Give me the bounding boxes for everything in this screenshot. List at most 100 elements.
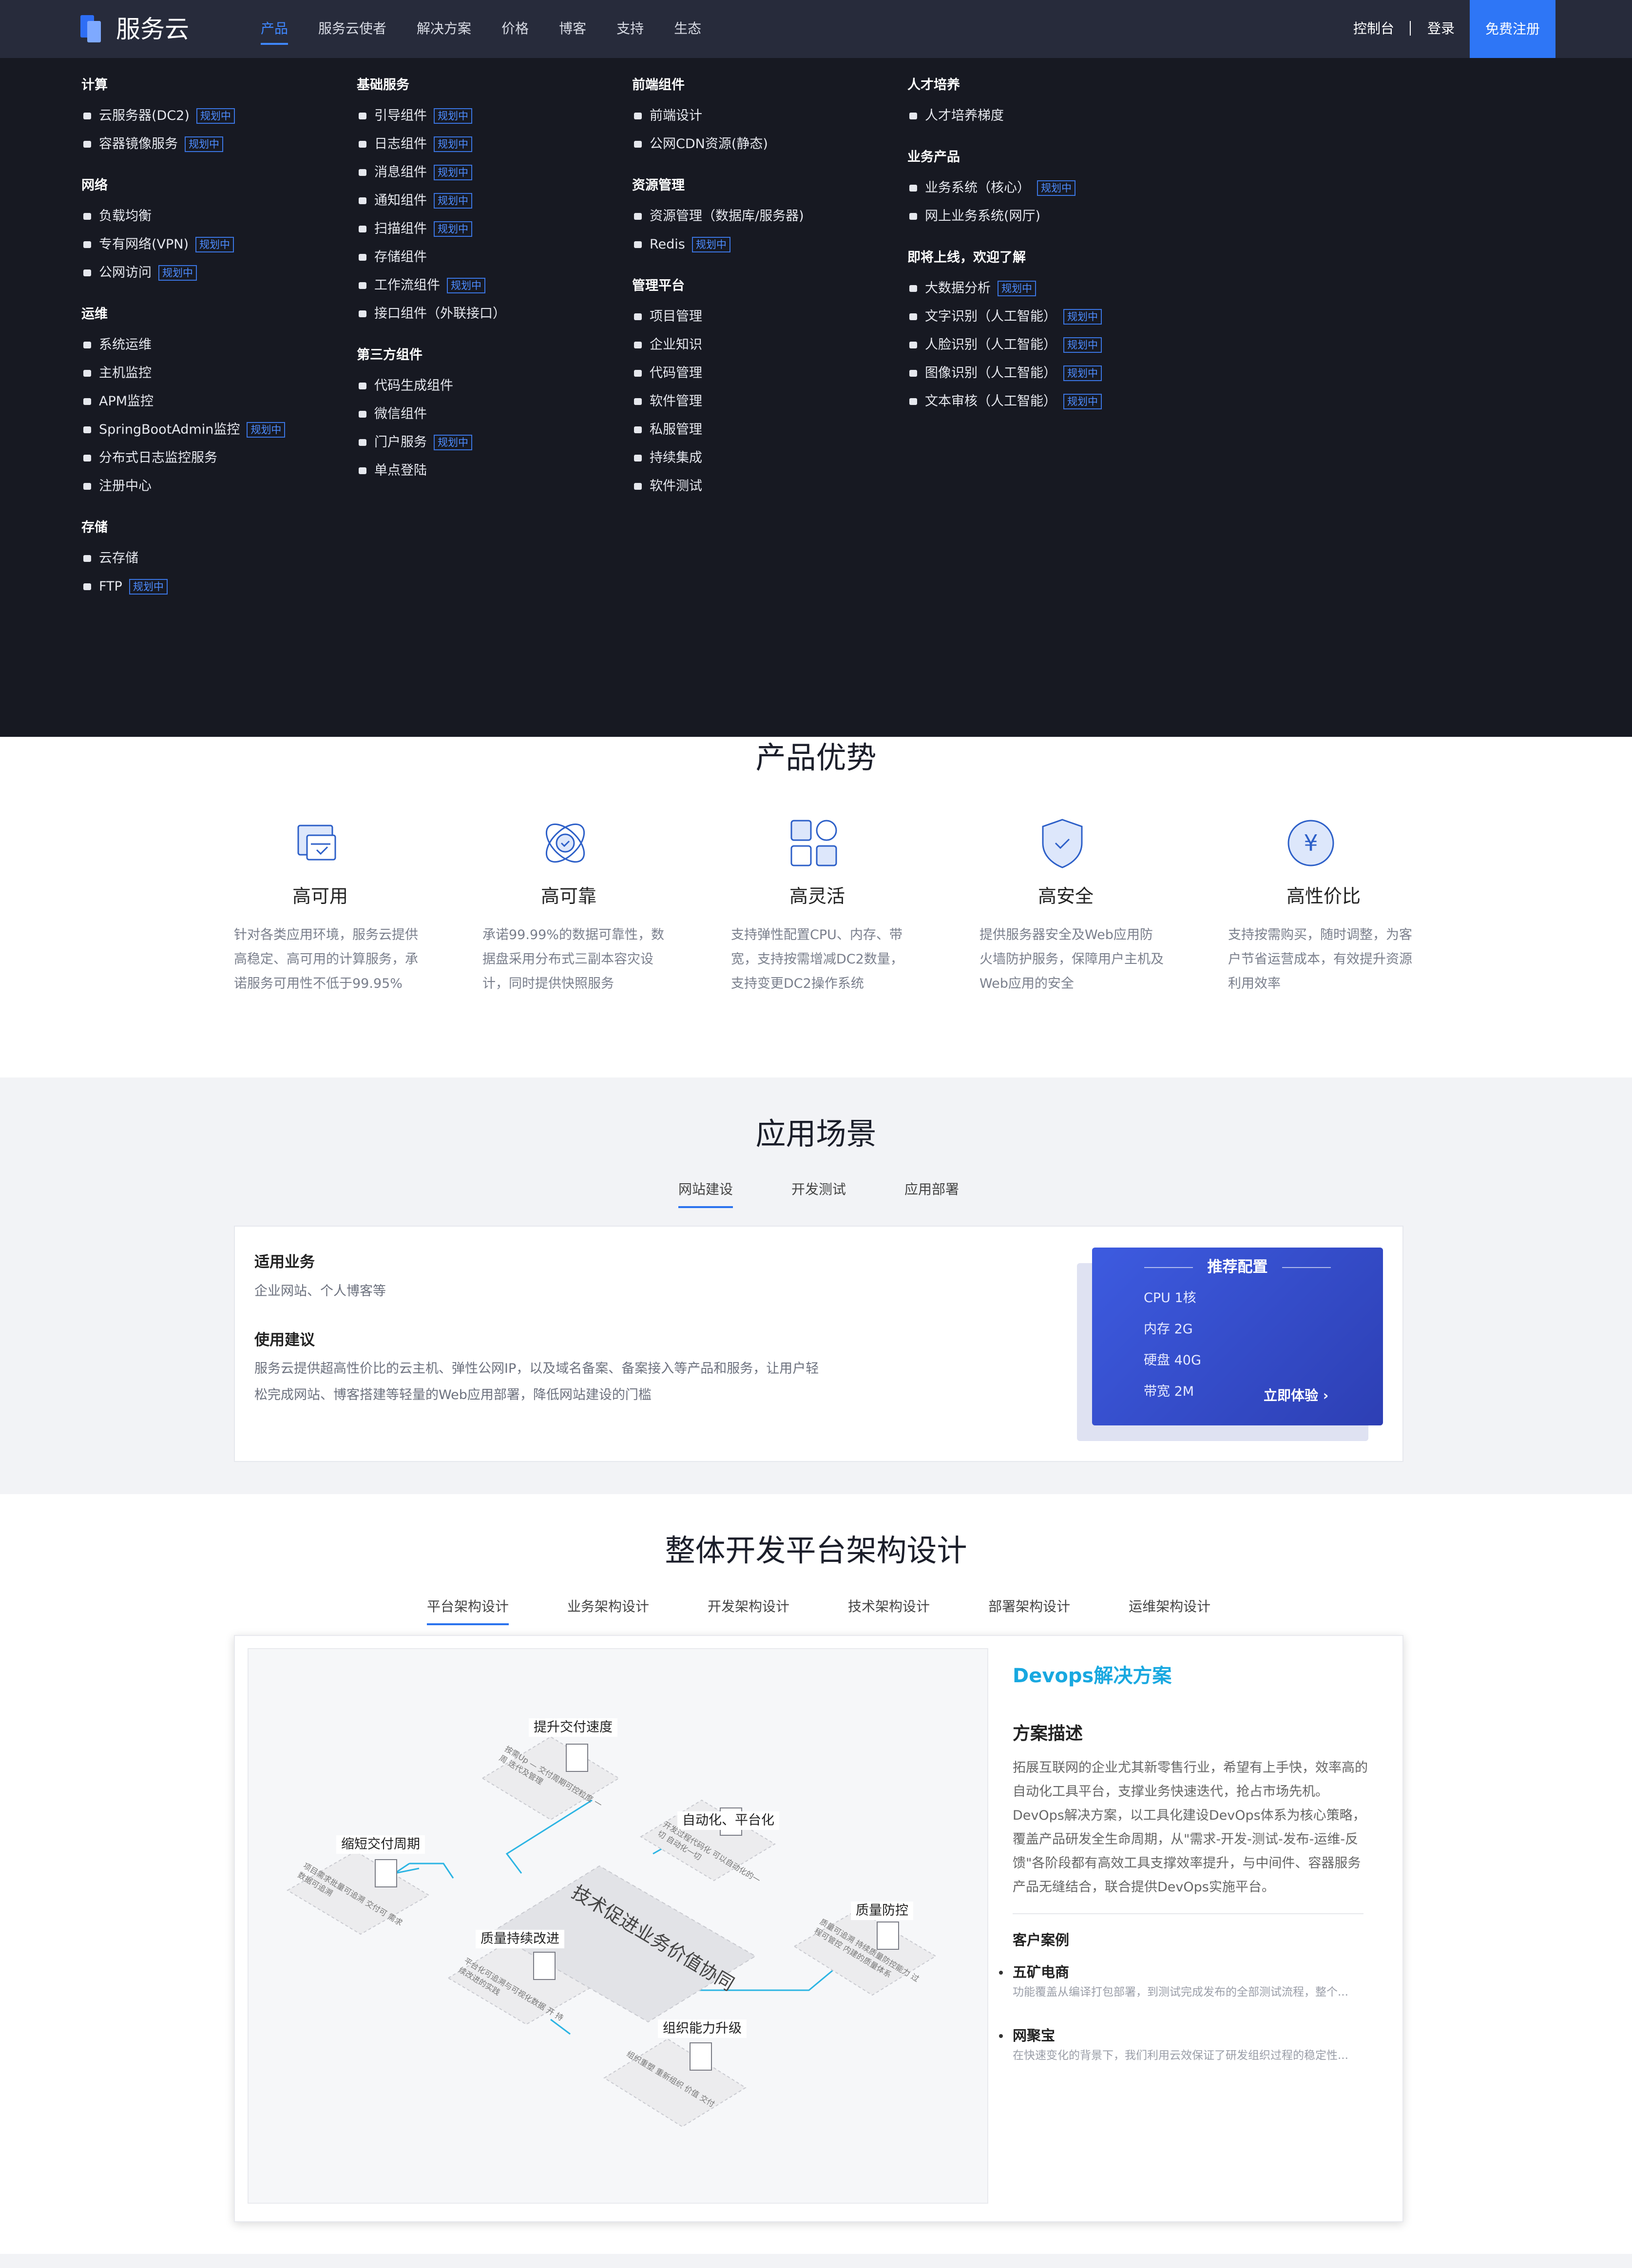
menu-item[interactable]: 公网访问 规划中 [81,259,285,287]
brand-name[interactable]: 服务云 [116,15,189,44]
menu-item[interactable]: 前端设计 [632,102,804,130]
menu-item[interactable]: FTP 规划中 [81,573,285,601]
menu-item-label: 软件管理 [650,394,702,409]
tab-website[interactable]: 网站建设 [678,1180,733,1208]
menu-item[interactable]: 业务系统（核心） 规划中 [907,174,1102,202]
menu-item-icon [357,408,368,420]
menu-item[interactable]: APM监控 [81,387,285,416]
try-now-button[interactable]: 立即体验 › [1264,1386,1328,1405]
tab-business-arch[interactable]: 业务架构设计 [567,1597,649,1616]
menu-column-1: 计算 云服务器(DC2) 规划中 容器镜像服务 规划中 网络 负载均衡 专有网络(VPN) 规划… [81,76,286,618]
bullet-icon [999,1971,1003,1975]
menu-item[interactable]: 网上业务系统(网厅) [907,202,1102,231]
planned-badge: 规划中 [185,136,223,152]
menu-item[interactable]: 人脸识别（人工智能） 规划中 [907,331,1102,359]
solution-desc: 拓展互联网的企业尤其新零售行业，希望有上手快，效率高的自动化工具平台，支撑业务快… [1013,1760,1368,1895]
menu-item[interactable]: 企业知识 [632,331,804,359]
menu-item[interactable]: 代码管理 [632,359,804,387]
menu-item-label: 私服管理 [650,422,702,437]
planned-badge: 规划中 [434,165,472,180]
menu-group: 业务产品 业务系统（核心） 规划中 网上业务系统(网厅) [907,148,1102,231]
console-link[interactable]: 控制台 [1353,19,1394,38]
menu-item[interactable]: 私服管理 [632,416,804,444]
menu-item[interactable]: SpringBootAdmin监控 规划中 [81,416,286,444]
divider [1013,1913,1363,1914]
menu-item[interactable]: 持续集成 [632,444,804,472]
menu-item[interactable]: 通知组件 规划中 [357,187,506,215]
shield-check-icon [1042,819,1083,868]
tab-dev-test[interactable]: 开发测试 [791,1180,846,1199]
menu-item[interactable]: 引导组件 规划中 [357,102,506,130]
case-name[interactable]: 网聚宝 [1013,2026,1055,2045]
menu-item-icon [632,452,644,464]
menu-item[interactable]: 文字识别（人工智能） 规划中 [907,303,1102,331]
menu-item[interactable]: 云服务器(DC2) 规划中 [81,102,285,130]
advantage-title: 高性价比 [1286,885,1361,907]
menu-item[interactable]: 微信组件 [357,400,506,428]
menu-item[interactable]: 云存储 [81,544,285,573]
scenes-title: 应用场景 [755,1116,877,1152]
menu-item[interactable]: 工作流组件 规划中 [357,271,506,300]
menu-item[interactable]: 接口组件（外联接口） [357,300,506,328]
menu-group: 运维 系统运维 主机监控 APM监控 SpringBootAdmin监控 规划中 分布式日志… [81,305,286,500]
menu-item[interactable]: 负载均衡 [81,202,285,231]
menu-item[interactable]: 存储组件 [357,243,506,271]
menu-item-label: 图像识别（人工智能） [925,365,1056,381]
menu-item-label: 微信组件 [374,406,427,422]
menu-item[interactable]: 代码生成组件 [357,372,506,400]
tab-dev-arch[interactable]: 开发架构设计 [708,1597,789,1616]
tab-deploy[interactable]: 应用部署 [904,1180,959,1199]
menu-item[interactable]: 单点登陆 [357,457,506,485]
menu-item[interactable]: 资源管理（数据库/服务器) [632,202,804,231]
menu-item-label: 通知组件 [374,193,427,208]
brand-logo-icon[interactable] [80,15,103,42]
case-name[interactable]: 五矿电商 [1013,1962,1069,1982]
menu-item-label: 公网访问 [99,265,152,280]
menu-item-label: 容器镜像服务 [99,136,178,152]
nav-item-support[interactable]: 支持 [616,19,644,38]
nav-item-ecosystem[interactable]: 生态 [674,19,701,38]
menu-item-icon [632,481,644,492]
menu-item[interactable]: 门户服务 规划中 [357,428,506,457]
login-link[interactable]: 登录 [1427,19,1455,38]
menu-item[interactable]: 主机监控 [81,359,285,387]
menu-item[interactable]: 分布式日志监控服务 [81,444,285,472]
planned-badge: 规划中 [434,108,472,124]
menu-item[interactable]: 软件测试 [632,472,804,500]
menu-item-icon [81,452,93,464]
menu-item[interactable]: 容器镜像服务 规划中 [81,130,285,158]
tab-tech-arch[interactable]: 技术架构设计 [848,1597,930,1616]
menu-item[interactable]: 大数据分析 规划中 [907,274,1102,303]
register-button[interactable]: 免费注册 [1470,0,1555,58]
menu-item[interactable]: 专有网络(VPN) 规划中 [81,231,285,259]
tab-ops-arch[interactable]: 运维架构设计 [1129,1597,1210,1616]
tab-platform-arch[interactable]: 平台架构设计 [427,1597,509,1625]
rec-disk: 硬盘 40G [1144,1353,1201,1368]
menu-item[interactable]: 图像识别（人工智能） 规划中 [907,359,1102,387]
menu-item-label: 公网CDN资源(静态) [650,136,768,152]
menu-item[interactable]: 日志组件 规划中 [357,130,506,158]
nav-item-pricing[interactable]: 价格 [501,19,529,38]
menu-item-icon [81,239,93,250]
menu-item-icon [632,396,644,407]
menu-item[interactable]: 人才培养梯度 [907,102,1102,130]
nav-item-blog[interactable]: 博客 [559,19,586,38]
menu-item[interactable]: 软件管理 [632,387,804,416]
nav-item-product[interactable]: 产品 [261,19,288,38]
menu-item-icon [81,581,93,593]
menu-item[interactable]: 公网CDN资源(静态) [632,130,804,158]
menu-group: 管理平台项目管理 企业知识 代码管理软件管理私服管理持续集成 软件测试 [632,276,804,500]
menu-item-label: 引导组件 [374,108,427,123]
menu-item[interactable]: 文本审核（人工智能） 规划中 [907,387,1102,416]
nav-item-ambassador[interactable]: 服务云使者 [318,19,386,38]
menu-item[interactable]: 扫描组件 规划中 [357,215,506,243]
menu-item[interactable]: 项目管理 [632,303,804,331]
menu-item[interactable]: 系统运维 [81,331,285,359]
menu-item[interactable]: Redis 规划中 [632,231,804,259]
menu-item[interactable]: 消息组件 规划中 [357,158,506,187]
menu-group-title: 管理平台 [632,278,685,293]
nav-item-solutions[interactable]: 解决方案 [417,19,471,38]
menu-item[interactable]: 注册中心 [81,472,285,500]
scene-tabs: 网站建设 开发测试 应用部署 [678,1180,959,1208]
tab-deploy-arch[interactable]: 部署架构设计 [988,1597,1070,1616]
